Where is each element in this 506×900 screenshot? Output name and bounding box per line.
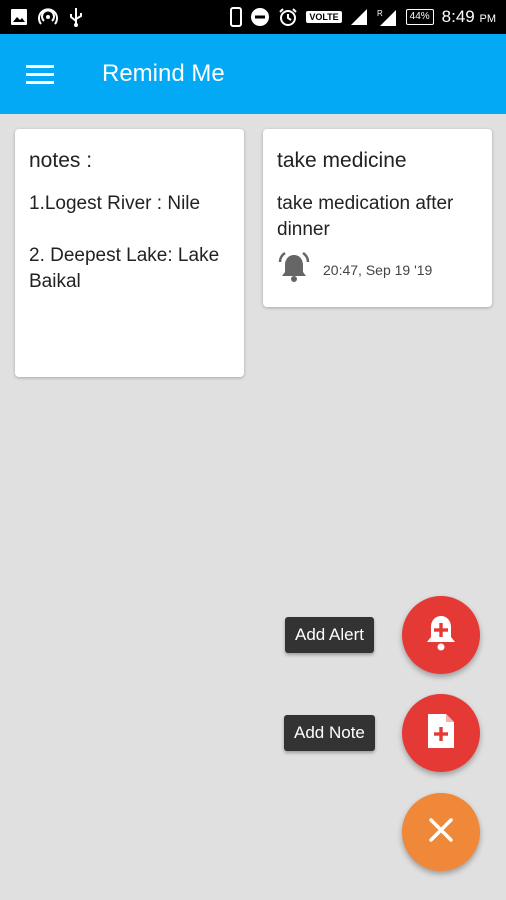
close-icon (428, 817, 454, 848)
battery-icon: 44% (405, 9, 434, 25)
note-body: 1.Logest River : Nile 2. Deepest Lake: L… (29, 193, 220, 292)
app-bar: Remind Me (0, 34, 506, 114)
hotspot-icon (38, 7, 58, 27)
note-card[interactable]: take medicine take medication after dinn… (263, 129, 492, 307)
image-icon (10, 8, 28, 26)
add-alert-button[interactable] (402, 596, 480, 674)
note-title: notes : (29, 149, 93, 172)
note-card[interactable]: notes : 1.Logest River : Nile 2. Deepest… (15, 129, 244, 377)
dnd-icon (250, 7, 270, 27)
note-body: take medication after dinner (277, 193, 454, 240)
volte-badge: VOLTE (306, 11, 342, 23)
alarm-bell-icon (277, 251, 311, 288)
svg-text:R: R (377, 9, 383, 18)
page-title: Remind Me (102, 60, 225, 87)
bell-plus-icon (424, 614, 458, 657)
file-plus-icon (426, 712, 456, 755)
add-note-label[interactable]: Add Note (284, 715, 375, 751)
reminder-row: 20:47, Sep 19 '19 (277, 251, 478, 288)
usb-icon (68, 7, 84, 27)
signal-roaming-icon: R (376, 7, 398, 27)
add-note-button[interactable] (402, 694, 480, 772)
close-fab-button[interactable] (402, 793, 480, 871)
signal-icon (350, 8, 368, 26)
add-alert-label[interactable]: Add Alert (285, 617, 374, 653)
status-bar: VOLTE R 44% 8:49 PM (0, 0, 506, 34)
reminder-time: 20:47, Sep 19 '19 (323, 261, 433, 278)
hamburger-menu-icon[interactable] (0, 34, 80, 114)
phone-icon (230, 7, 243, 27)
clock: 8:49 PM (441, 7, 496, 26)
note-title: take medicine (277, 149, 407, 172)
alarm-icon (278, 7, 298, 27)
